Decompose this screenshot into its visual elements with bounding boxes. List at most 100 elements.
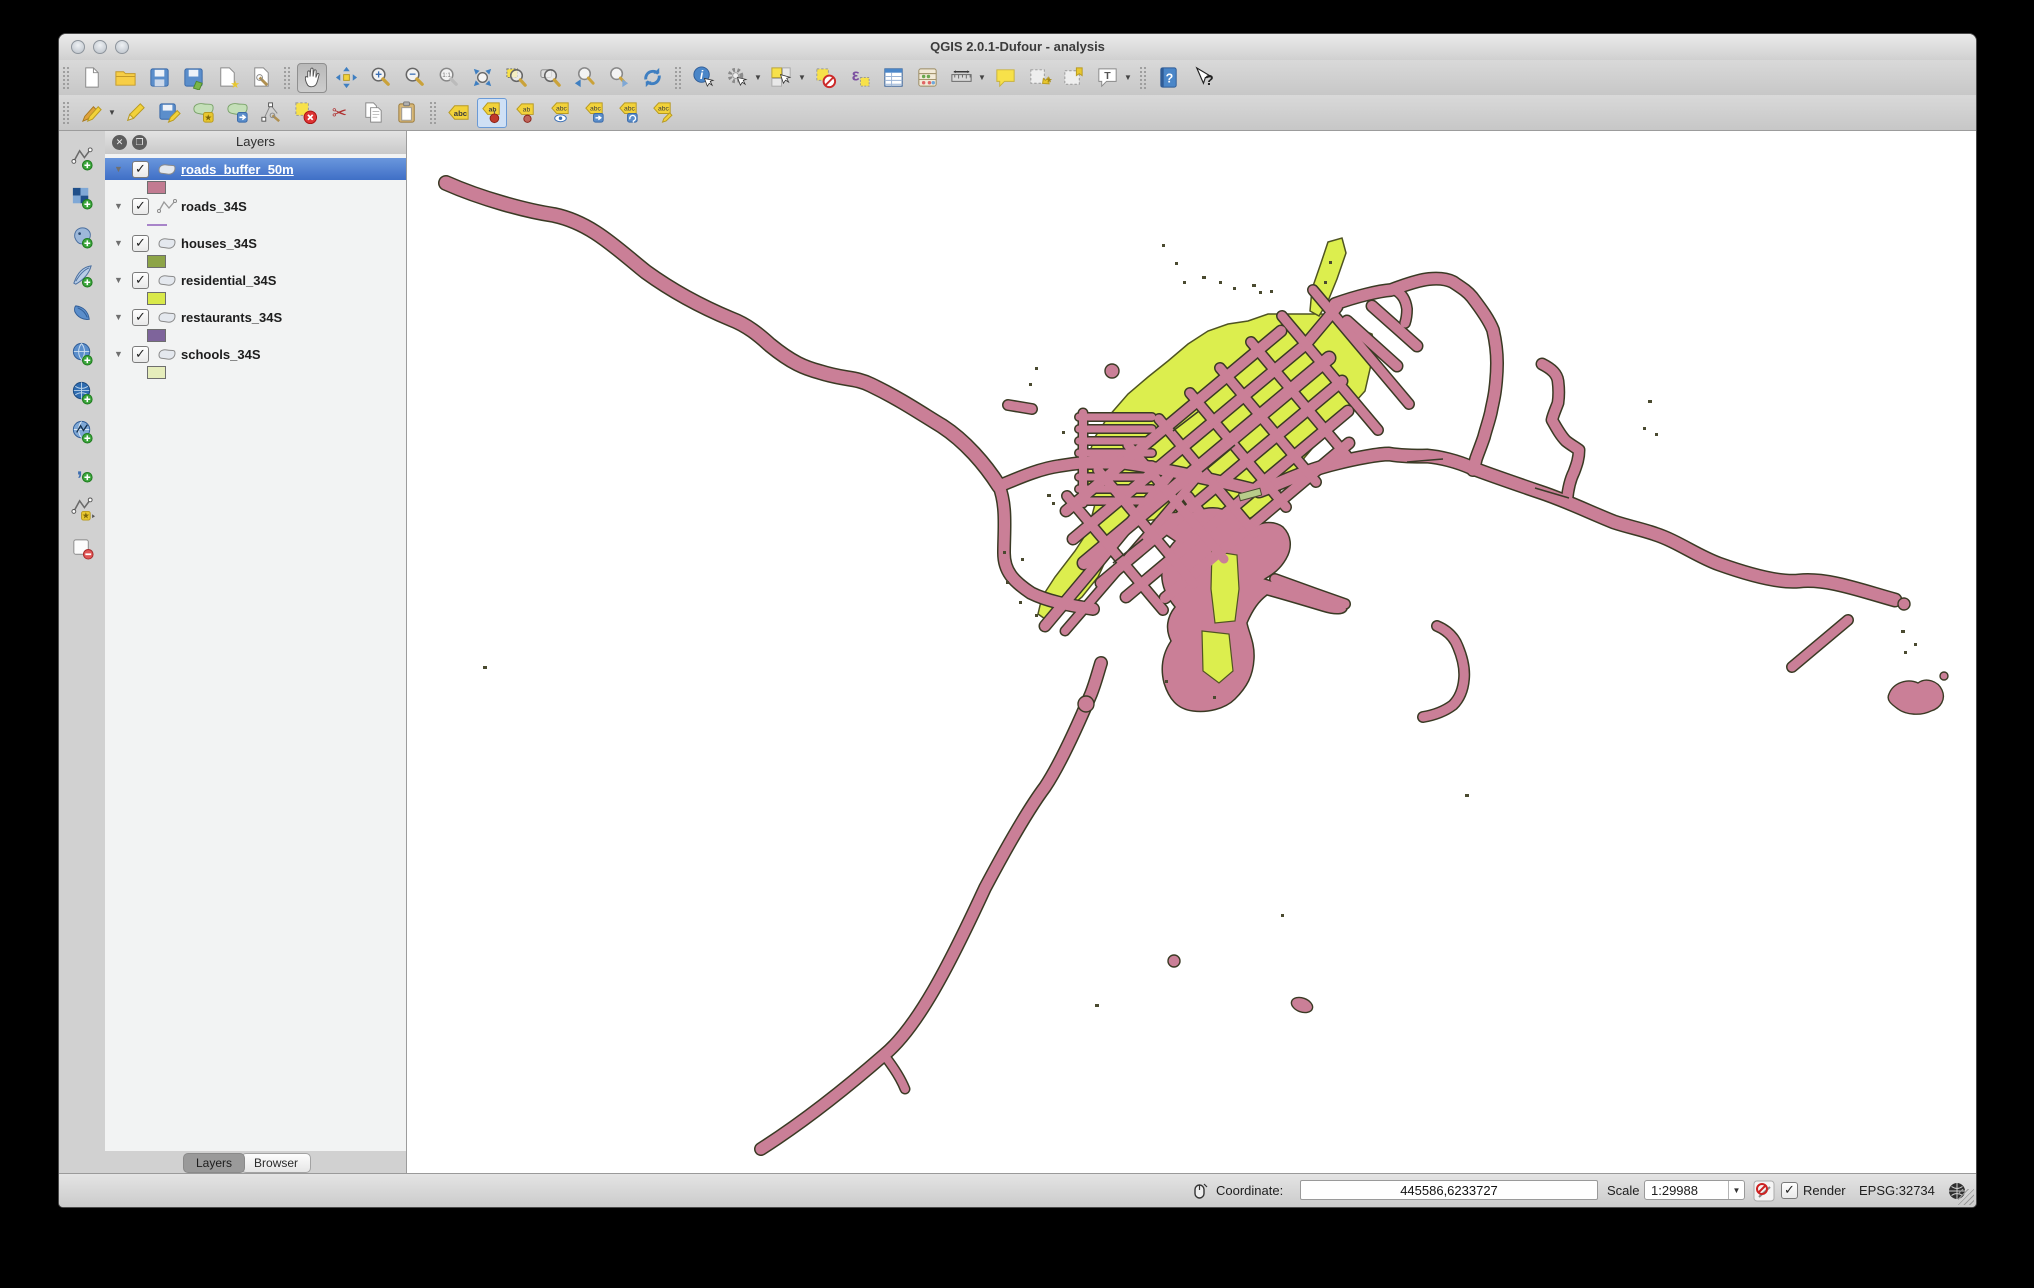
layer-item-roads-34s[interactable]: ▼ ✓ roads_34S	[105, 195, 406, 217]
map-tips-icon[interactable]	[990, 63, 1020, 93]
label-move-icon[interactable]: abc	[579, 98, 609, 128]
layer-item-residential-34s[interactable]: ▼ ✓ residential_34S	[105, 269, 406, 291]
zoom-full-icon[interactable]	[467, 63, 497, 93]
toolbar-handle[interactable]	[62, 100, 69, 125]
dropdown-arrow[interactable]: ▼	[798, 73, 806, 82]
panel-close-icon[interactable]: ✕	[112, 135, 127, 150]
labeling-icon[interactable]: abc	[443, 98, 473, 128]
layer-checkbox[interactable]: ✓	[132, 271, 149, 289]
layer-item-houses-34s[interactable]: ▼ ✓ houses_34S	[105, 232, 406, 254]
tab-layers[interactable]: Layers	[183, 1152, 246, 1173]
toolbar-handle[interactable]	[1139, 65, 1146, 90]
layer-checkbox[interactable]: ✓	[132, 160, 149, 178]
add-vector-layer-icon[interactable]	[67, 143, 97, 173]
resize-grip[interactable]	[1958, 1189, 1974, 1205]
toolbar-handle[interactable]	[429, 100, 436, 125]
expand-triangle-icon[interactable]: ▼	[114, 164, 132, 174]
zoom-native-icon[interactable]: 1:1	[433, 63, 463, 93]
zoom-next-icon[interactable]	[603, 63, 633, 93]
save-project-as-icon[interactable]	[178, 63, 208, 93]
layer-item-restaurants-34s[interactable]: ▼ ✓ restaurants_34S	[105, 306, 406, 328]
paste-features-icon[interactable]	[392, 98, 422, 128]
help-contents-icon[interactable]: ?	[1153, 63, 1183, 93]
deselect-features-icon[interactable]	[810, 63, 840, 93]
delete-selected-icon[interactable]	[290, 98, 320, 128]
layer-checkbox[interactable]: ✓	[132, 308, 149, 326]
add-feature-icon[interactable]: ★	[188, 98, 218, 128]
measure-icon[interactable]	[946, 63, 976, 93]
panel-float-icon[interactable]: ❐	[132, 135, 147, 150]
open-project-icon[interactable]	[110, 63, 140, 93]
add-postgis-layer-icon[interactable]	[67, 221, 97, 251]
whats-this-icon[interactable]: ?	[1187, 63, 1217, 93]
zoom-out-icon[interactable]: −	[399, 63, 429, 93]
layer-item-roads-buffer-50m[interactable]: ▼ ✓ roads_buffer_50m	[105, 158, 406, 180]
add-spatialite-layer-icon[interactable]	[67, 260, 97, 290]
layer-checkbox[interactable]: ✓	[132, 197, 149, 215]
dropdown-arrow[interactable]: ▼	[754, 73, 762, 82]
tab-browser[interactable]: Browser	[241, 1152, 312, 1173]
open-attribute-table-icon[interactable]	[878, 63, 908, 93]
expand-triangle-icon[interactable]: ▼	[114, 312, 132, 322]
combo-arrow-icon[interactable]: ▼	[1728, 1181, 1744, 1199]
dropdown-arrow[interactable]: ▼	[978, 73, 986, 82]
label-pin-selected-icon[interactable]: ab	[477, 97, 507, 128]
dropdown-arrow[interactable]: ▼	[1124, 73, 1132, 82]
composer-manager-icon[interactable]	[246, 63, 276, 93]
add-delimited-text-layer-icon[interactable]: ,	[67, 455, 97, 485]
expand-triangle-icon[interactable]: ▼	[114, 349, 132, 359]
zoom-in-icon[interactable]: +	[365, 63, 395, 93]
current-edits-icon[interactable]	[76, 98, 106, 128]
run-feature-action-icon[interactable]	[722, 63, 752, 93]
expand-triangle-icon[interactable]: ▼	[114, 238, 132, 248]
save-project-icon[interactable]	[144, 63, 174, 93]
layer-item-schools-34s[interactable]: ▼ ✓ schools_34S	[105, 343, 406, 365]
zoom-last-icon[interactable]	[569, 63, 599, 93]
save-layer-edits-icon[interactable]	[154, 98, 184, 128]
new-shapefile-layer-icon[interactable]: ★	[67, 494, 97, 524]
field-calculator-icon[interactable]	[912, 63, 942, 93]
title-bar[interactable]: QGIS 2.0.1-Dufour - analysis	[59, 34, 1976, 61]
move-feature-icon[interactable]	[222, 98, 252, 128]
layer-checkbox[interactable]: ✓	[132, 234, 149, 252]
identify-features-icon[interactable]: i	[688, 63, 718, 93]
new-print-composer-icon[interactable]: ★	[212, 63, 242, 93]
scale-combobox[interactable]: 1:29988 ▼	[1644, 1180, 1745, 1200]
add-wms-layer-icon[interactable]	[67, 338, 97, 368]
toolbar-handle[interactable]	[283, 65, 290, 90]
layer-checkbox[interactable]: ✓	[132, 345, 149, 363]
expand-triangle-icon[interactable]: ▼	[114, 275, 132, 285]
label-show-hide-icon[interactable]: abc	[545, 98, 575, 128]
add-wcs-layer-icon[interactable]	[67, 377, 97, 407]
node-tool-icon[interactable]	[256, 98, 286, 128]
remove-layer-icon[interactable]	[67, 533, 97, 563]
expand-triangle-icon[interactable]: ▼	[114, 201, 132, 211]
stop-render-icon[interactable]	[1753, 1174, 1775, 1207]
label-rotate-icon[interactable]: abc	[613, 98, 643, 128]
label-pin-icon[interactable]: ab	[511, 98, 541, 128]
coordinate-input[interactable]: 445586,6233727	[1300, 1180, 1598, 1200]
select-features-icon[interactable]	[766, 63, 796, 93]
dropdown-arrow[interactable]: ▼	[108, 108, 116, 117]
zoom-to-selection-icon[interactable]	[501, 63, 531, 93]
add-mssql-layer-icon[interactable]	[67, 299, 97, 329]
copy-features-icon[interactable]	[358, 98, 388, 128]
pan-map-icon[interactable]	[297, 62, 327, 93]
render-checkbox[interactable]: ✓	[1781, 1174, 1798, 1207]
add-wfs-layer-icon[interactable]	[67, 416, 97, 446]
text-annotation-icon[interactable]: T	[1092, 63, 1122, 93]
map-canvas[interactable]	[407, 131, 1976, 1174]
select-by-expression-icon[interactable]: ε	[844, 63, 874, 93]
add-raster-layer-icon[interactable]	[67, 182, 97, 212]
refresh-map-icon[interactable]	[637, 63, 667, 93]
toolbar-handle[interactable]	[674, 65, 681, 90]
toolbar-handle[interactable]	[62, 65, 69, 90]
cut-features-icon[interactable]: ✂	[324, 98, 354, 128]
show-bookmarks-icon[interactable]	[1058, 63, 1088, 93]
label-properties-icon[interactable]: abc	[647, 98, 677, 128]
zoom-to-layer-icon[interactable]	[535, 63, 565, 93]
coordinate-toggle-icon[interactable]	[1191, 1174, 1209, 1207]
toggle-editing-icon[interactable]	[120, 98, 150, 128]
new-bookmark-icon[interactable]: ★	[1024, 63, 1054, 93]
pan-to-selection-icon[interactable]	[331, 63, 361, 93]
